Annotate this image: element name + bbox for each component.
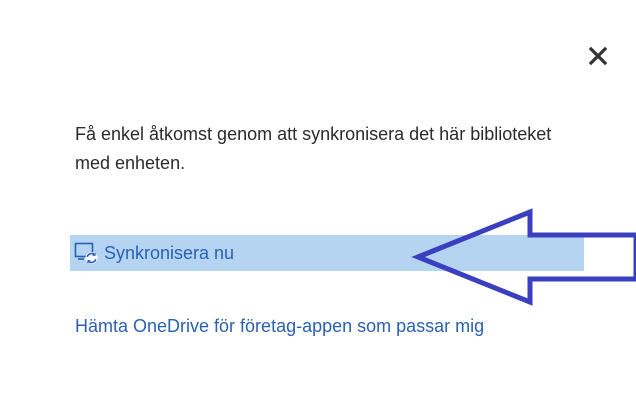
sync-icon xyxy=(74,242,98,264)
close-button[interactable] xyxy=(585,43,611,69)
get-onedrive-app-link[interactable]: Hämta OneDrive för företag-appen som pas… xyxy=(75,312,595,341)
sync-description: Få enkel åtkomst genom att synkronisera … xyxy=(75,124,552,173)
sync-now-label: Synkronisera nu xyxy=(104,242,235,263)
sync-now-link[interactable]: Synkronisera nu xyxy=(74,237,234,269)
sync-callout-panel: Få enkel åtkomst genom att synkronisera … xyxy=(0,0,636,401)
close-icon xyxy=(588,46,608,66)
